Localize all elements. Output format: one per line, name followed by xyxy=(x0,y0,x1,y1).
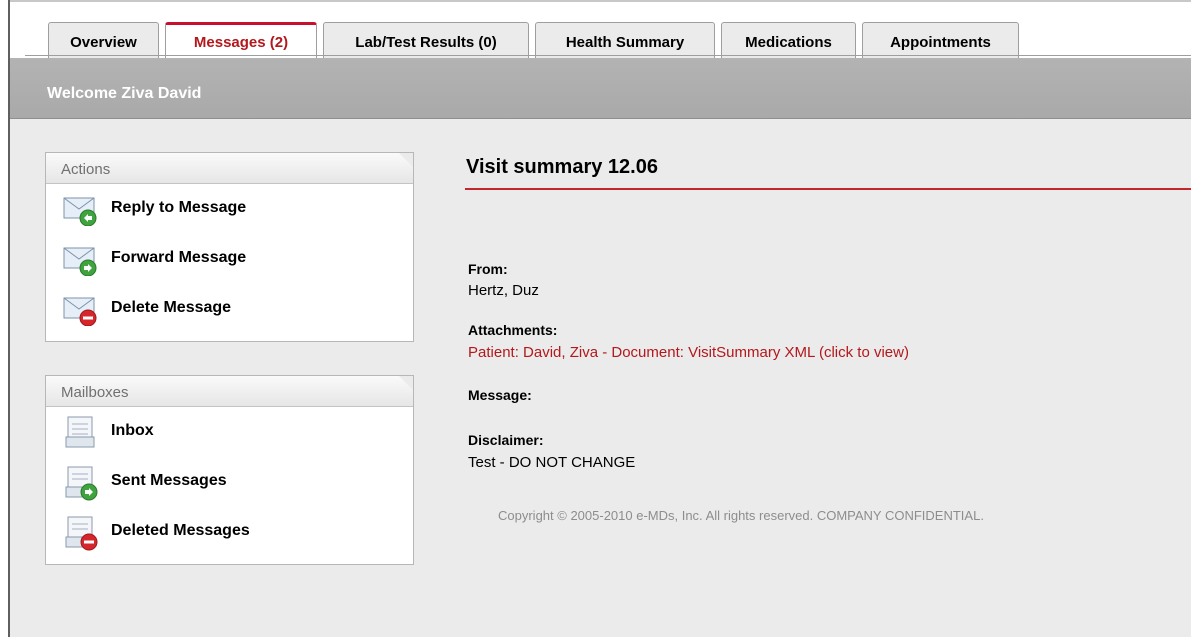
reply-message-label: Reply to Message xyxy=(111,199,247,216)
sent-messages-mailbox[interactable]: Sent Messages xyxy=(46,457,413,507)
attachment-link[interactable]: Patient: David, Ziva - Document: VisitSu… xyxy=(468,344,909,361)
copyright-text: Copyright © 2005-2010 e-MDs, Inc. All ri… xyxy=(498,508,984,523)
inbox-label: Inbox xyxy=(111,422,154,439)
panel-fold-icon xyxy=(399,153,413,167)
disclaimer-label: Disclaimer: xyxy=(468,432,544,448)
welcome-text: Welcome Ziva David xyxy=(47,85,202,102)
from-value: Hertz, Duz xyxy=(468,282,539,299)
delete-message-button[interactable]: Delete Message xyxy=(46,284,413,334)
panel-fold-icon xyxy=(399,376,413,390)
disclaimer-value: Test - DO NOT CHANGE xyxy=(468,454,636,471)
deleted-messages-label: Deleted Messages xyxy=(111,522,250,539)
title-divider xyxy=(465,188,1191,190)
inbox-mailbox[interactable]: Inbox xyxy=(46,407,413,457)
mailboxes-panel: Mailboxes Inbox Sent Messages Deleted Me… xyxy=(45,375,414,565)
message-label: Message: xyxy=(468,387,532,403)
deleted-messages-mailbox[interactable]: Deleted Messages xyxy=(46,507,413,557)
envelope-delete-icon xyxy=(63,297,97,326)
sent-icon xyxy=(65,466,98,501)
mailboxes-panel-header: Mailboxes xyxy=(46,376,413,407)
actions-panel-header: Actions xyxy=(46,153,413,184)
main-content: Actions Reply to Message Forward Message xyxy=(10,119,1191,637)
welcome-bar: Welcome Ziva David xyxy=(10,58,1191,119)
attachments-label: Attachments: xyxy=(468,322,558,338)
tab-underline xyxy=(25,55,1191,56)
tab-appointments[interactable]: Appointments xyxy=(862,22,1019,58)
tab-bar: Overview Messages (2) Lab/Test Results (… xyxy=(10,2,1191,60)
forward-message-button[interactable]: Forward Message xyxy=(46,234,413,284)
tab-health-summary[interactable]: Health Summary xyxy=(535,22,715,58)
from-label: From: xyxy=(468,261,508,277)
mailboxes-panel-title: Mailboxes xyxy=(61,384,129,401)
forward-message-label: Forward Message xyxy=(111,249,247,266)
sent-messages-label: Sent Messages xyxy=(111,472,227,489)
tab-lab-test-results[interactable]: Lab/Test Results (0) xyxy=(323,22,529,58)
tab-medications[interactable]: Medications xyxy=(721,22,856,58)
delete-message-label: Delete Message xyxy=(111,299,232,316)
envelope-forward-icon xyxy=(63,247,97,276)
inbox-icon xyxy=(65,416,95,448)
tab-overview[interactable]: Overview xyxy=(48,22,159,58)
envelope-reply-icon xyxy=(63,197,97,226)
actions-panel-title: Actions xyxy=(61,161,111,178)
deleted-icon xyxy=(65,516,98,551)
reply-message-button[interactable]: Reply to Message xyxy=(46,184,413,234)
message-title: Visit summary 12.06 xyxy=(466,156,658,178)
actions-panel: Actions Reply to Message Forward Message xyxy=(45,152,414,342)
